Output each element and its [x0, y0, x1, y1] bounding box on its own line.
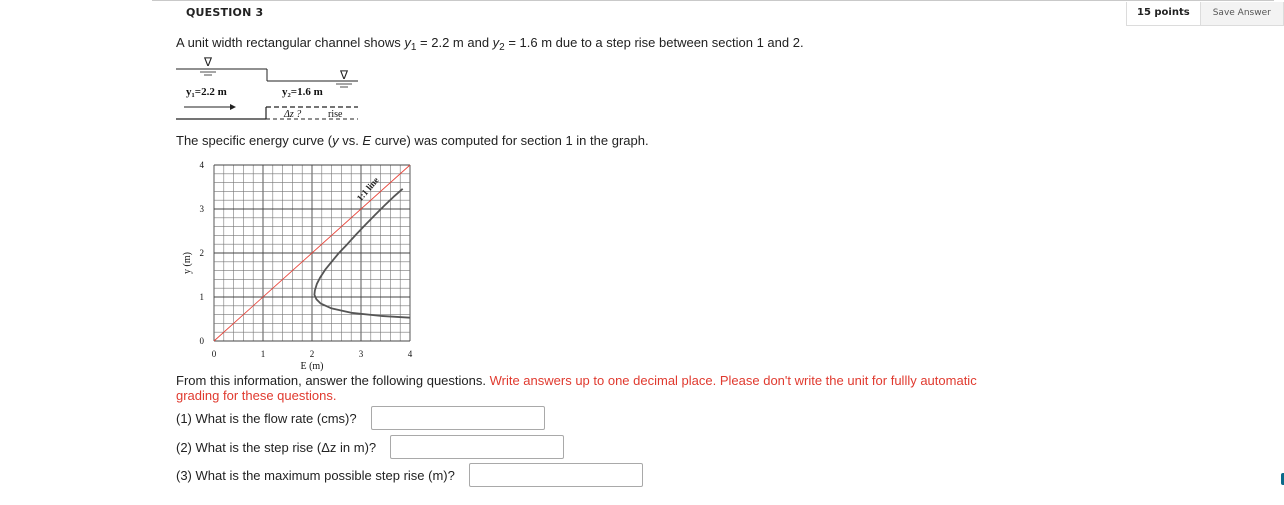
x-tick-label: 3: [359, 349, 364, 359]
x-axis-label: E (m): [300, 361, 323, 372]
y2-depth-label: y₂=1.6 m: [282, 86, 323, 98]
para2-vs: vs.: [338, 133, 363, 148]
question-title: QUESTION 3: [186, 6, 264, 19]
top-divider: [152, 0, 1274, 3]
question-3-row: (3) What is the maximum possible step ri…: [176, 463, 643, 487]
energy-curve-paragraph: The specific energy curve (y vs. E curve…: [176, 133, 649, 148]
stem-text-start: A unit width rectangular channel shows: [176, 35, 405, 50]
y2-value-text: = 1.6 m due to a step rise between secti…: [504, 35, 804, 50]
question-2-row: (2) What is the step rise (Δz in m)?: [176, 435, 565, 459]
x-tick-label: 4: [408, 349, 413, 359]
rise-label: rise: [328, 109, 343, 120]
question-1-label: (1) What is the flow rate (cms)?: [176, 410, 357, 426]
question-2-label: (2) What is the step rise (Δz in m)?: [176, 439, 377, 455]
x-tick-label: 0: [212, 349, 217, 359]
question-2-answer-input[interactable]: [390, 435, 565, 459]
y-tick-label: 0: [200, 336, 205, 346]
question-3-answer-input[interactable]: [468, 463, 643, 487]
y-tick-label: 1: [200, 292, 205, 302]
save-answer-button[interactable]: Save Answer: [1199, 2, 1283, 25]
question-stem: A unit width rectangular channel shows y…: [176, 35, 804, 53]
flow-arrow-head: [230, 104, 236, 110]
instructions-paragraph: From this information, answer the follow…: [176, 373, 1006, 403]
para2-end: curve) was computed for section 1 in the…: [371, 133, 649, 148]
upstream-water-symbol: ∇: [203, 55, 213, 69]
x-tick-label: 1: [261, 349, 266, 359]
x-tick-label: 2: [310, 349, 315, 359]
y-axis-label: y (m): [182, 252, 193, 274]
y1-depth-label: y₁=2.2 m: [186, 86, 227, 98]
e-symbol: E: [362, 133, 372, 148]
y1-value-text: = 2.2 m and: [416, 35, 493, 50]
dz-label: Δz ?: [283, 109, 301, 120]
y-tick-label: 2: [200, 248, 205, 258]
points-label: 15 points: [1127, 2, 1200, 25]
points-header: 15 points Save Answer: [1126, 2, 1284, 26]
downstream-water-symbol: ∇: [339, 68, 349, 82]
question-3-label: (3) What is the maximum possible step ri…: [176, 467, 455, 483]
para2-start: The specific energy curve (: [176, 133, 333, 148]
channel-step-diagram: ∇ ∇ y₁=2.2 m y₂=1.6 m Δz ? rise: [176, 55, 358, 120]
question-1-answer-input[interactable]: [370, 406, 545, 430]
instructions-text: From this information, answer the follow…: [176, 373, 490, 388]
one-to-one-line-label: 1:1 line: [355, 175, 381, 203]
y-tick-label: 3: [200, 204, 205, 214]
question-1-row: (1) What is the flow rate (cms)?: [176, 406, 545, 430]
specific-energy-chart: 0 1 2 3 4 0 1 2 3 4 E (m) y (m) 1:1 line: [182, 160, 413, 372]
y-tick-label: 4: [200, 160, 205, 170]
